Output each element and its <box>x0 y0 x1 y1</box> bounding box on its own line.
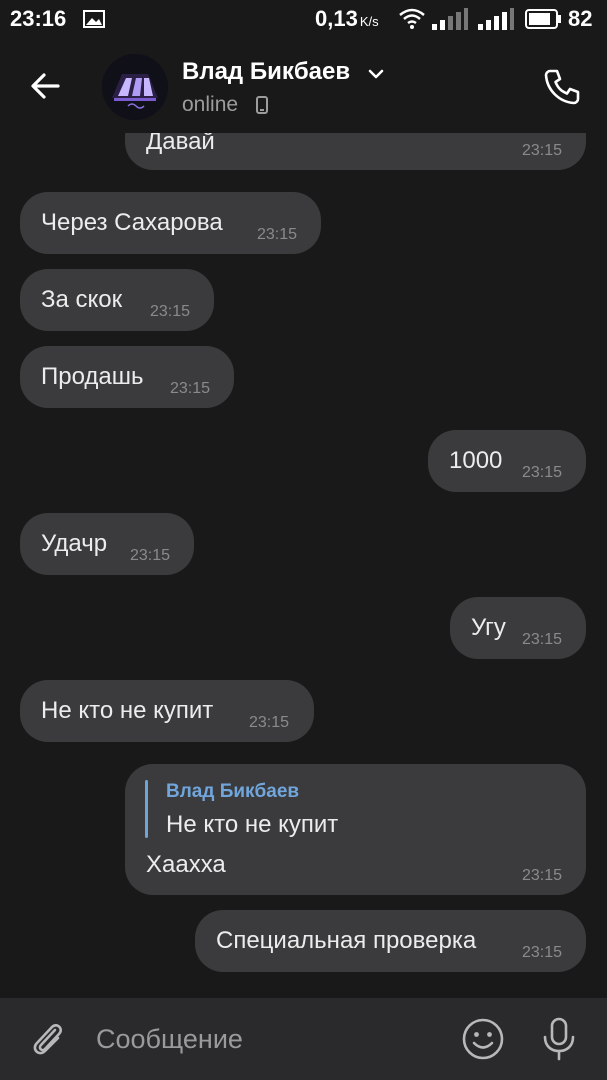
status-bar: 23:16 0,13 K/s 82 <box>0 0 607 38</box>
message-bubble-outgoing[interactable]: Давай 23:15 <box>125 133 586 170</box>
message-text: 1000 <box>449 447 503 474</box>
call-icon[interactable] <box>541 66 583 108</box>
battery-percent: 82 <box>568 6 593 31</box>
message-bubble-incoming[interactable]: Удачр 23:15 <box>20 513 194 575</box>
contact-name[interactable]: Влад Бикбаев <box>182 58 350 86</box>
network-speed-unit: K/s <box>359 14 379 29</box>
message-text: За скок <box>41 286 123 313</box>
phone-icon <box>256 96 268 114</box>
message-text: Не кто не купит <box>41 697 214 724</box>
avatar-image <box>102 54 168 120</box>
reply-text: Не кто не купит <box>166 811 339 838</box>
battery-icon <box>525 9 561 29</box>
message-text: Удачр <box>41 530 108 557</box>
message-bubble-outgoing[interactable]: Угу 23:15 <box>450 597 586 659</box>
message-bubble-outgoing[interactable]: Специальная проверка 23:15 <box>195 910 586 972</box>
message-time: 23:15 <box>249 714 290 731</box>
message-text: Давай <box>146 133 215 155</box>
message-bubble-incoming[interactable]: Через Сахарова 23:15 <box>20 192 321 254</box>
signal-icon <box>432 8 468 30</box>
avatar[interactable] <box>102 54 168 120</box>
message-list[interactable]: Давай 23:15 Через Сахарова 23:15 За скок… <box>0 133 607 998</box>
reply-author: Влад Бикбаев <box>166 781 300 802</box>
message-composer: Сообщение <box>0 998 607 1080</box>
message-time: 23:15 <box>522 142 563 159</box>
network-speed-value: 0,13 <box>315 6 358 31</box>
reply-quote-bar <box>145 780 148 838</box>
message-text: Продашь <box>41 363 144 390</box>
message-text: Угу <box>471 614 506 641</box>
message-bubble-incoming[interactable]: Продашь 23:15 <box>20 346 234 408</box>
message-time: 23:15 <box>522 464 563 481</box>
back-arrow-icon[interactable] <box>22 66 68 106</box>
wifi-icon <box>399 8 425 29</box>
message-time: 23:15 <box>522 631 563 648</box>
message-bubble-outgoing[interactable]: 1000 23:15 <box>428 430 586 492</box>
emoji-icon[interactable] <box>461 1017 505 1061</box>
message-time: 23:15 <box>170 380 211 397</box>
mic-icon[interactable] <box>540 1016 578 1062</box>
message-input[interactable]: Сообщение <box>96 1024 243 1055</box>
signal-icon <box>478 8 514 30</box>
message-time: 23:15 <box>522 867 563 884</box>
message-bubble-incoming[interactable]: За скок 23:15 <box>20 269 214 331</box>
image-icon <box>83 10 105 28</box>
online-status: online <box>182 93 239 116</box>
message-time: 23:15 <box>522 944 563 961</box>
network-speed: 0,13 K/s <box>315 6 379 32</box>
message-text: Через Сахарова <box>41 209 223 236</box>
status-time: 23:16 <box>10 6 67 31</box>
message-text: Специальная проверка <box>216 927 477 954</box>
message-bubble-incoming[interactable]: Не кто не купит 23:15 <box>20 680 314 742</box>
chat-header: Влад Бикбаев online <box>0 38 607 133</box>
chevron-down-icon[interactable] <box>367 68 385 80</box>
message-time: 23:15 <box>150 303 191 320</box>
message-bubble-reply[interactable]: Влад Бикбаев Не кто не купит Хаахха 23:1… <box>125 764 586 895</box>
message-time: 23:15 <box>257 226 298 243</box>
message-time: 23:15 <box>130 547 171 564</box>
attach-icon[interactable] <box>28 1018 68 1060</box>
message-text: Хаахха <box>146 851 226 878</box>
